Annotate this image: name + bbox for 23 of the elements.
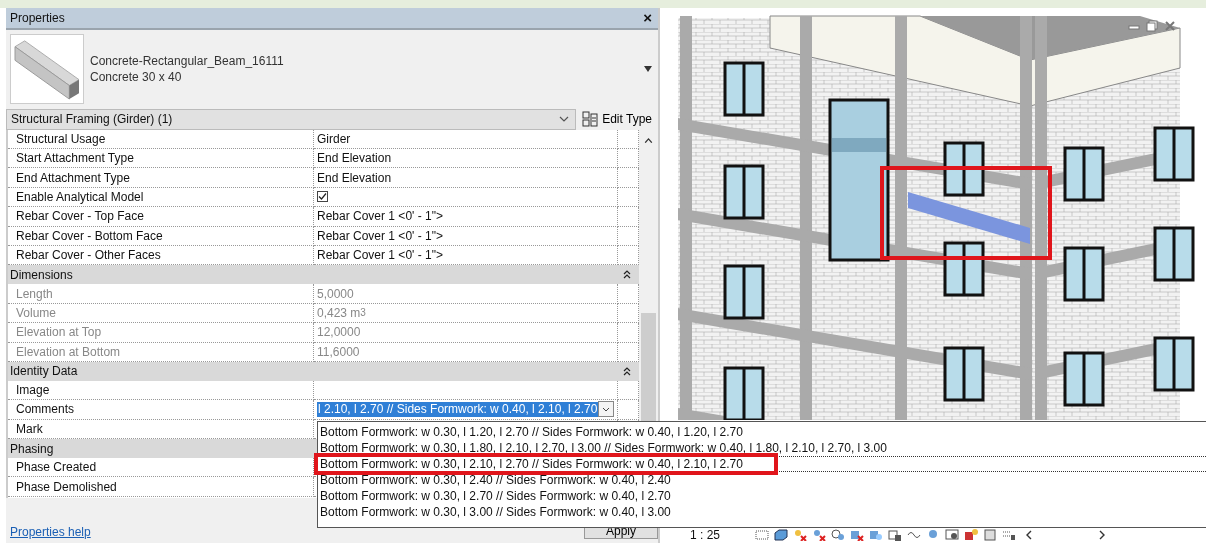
group-title: Identity Data — [10, 364, 78, 379]
property-name: Volume — [8, 303, 314, 324]
property-name: Enable Analytical Model — [8, 187, 314, 208]
type-name: Concrete 30 x 40 — [90, 70, 183, 85]
property-name: Rebar Cover - Bottom Face — [8, 226, 314, 246]
property-name: Phase Demolished — [8, 477, 314, 497]
property-name: Elevation at Bottom — [8, 342, 314, 362]
property-name: Rebar Cover - Top Face — [8, 207, 314, 227]
property-name: Comments — [8, 400, 314, 420]
family-name: Concrete-Rectangular_Beam_16111 — [90, 54, 285, 69]
property-name: Start Attachment Type — [8, 149, 314, 169]
group-title: Phasing — [10, 441, 54, 456]
property-value: 12,0000 — [314, 323, 618, 343]
property-name: Elevation at Top — [8, 323, 314, 343]
property-value: 11,6000 — [314, 342, 618, 362]
property-name: Image — [8, 380, 314, 401]
property-name: Phase Created — [8, 458, 314, 478]
property-name: End Attachment Type — [8, 168, 314, 188]
group-title: Dimensions — [10, 267, 73, 282]
property-name: Length — [8, 284, 314, 304]
panel-title: Properties — [10, 10, 65, 25]
property-value: 5,0000 — [314, 284, 618, 304]
property-name: Structural Usage — [8, 129, 314, 149]
